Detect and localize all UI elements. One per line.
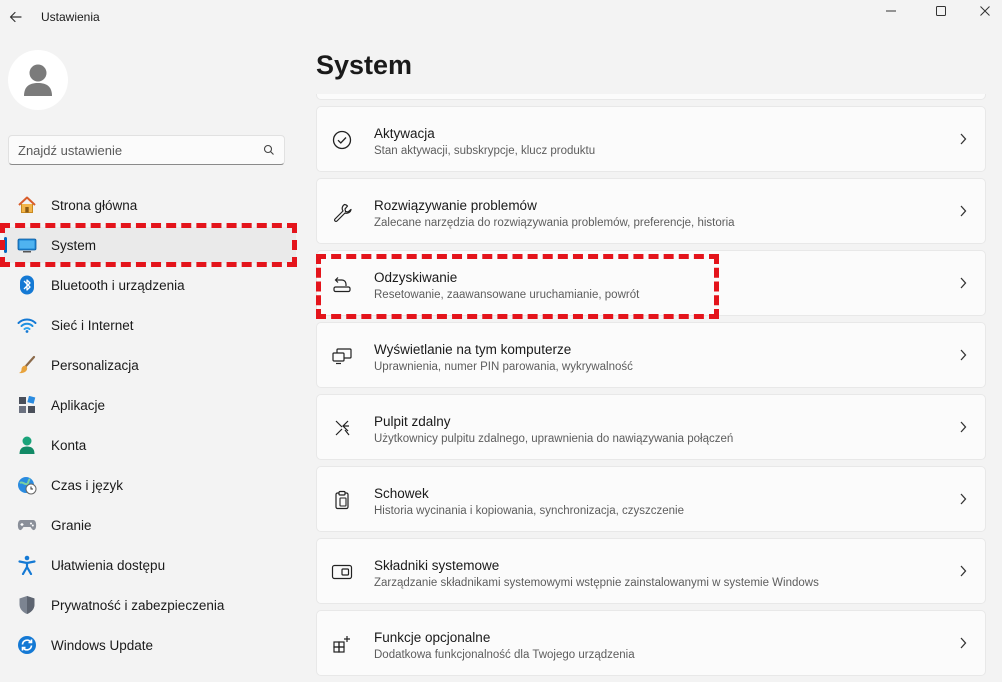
card-subtitle: Dodatkowa funkcjonalność dla Twojego urz… bbox=[374, 649, 635, 661]
card-subtitle: Zalecane narzędzia do rozwiązywania prob… bbox=[374, 217, 735, 229]
chevron-right-icon bbox=[960, 565, 967, 577]
person-icon bbox=[16, 435, 38, 455]
page-title: System bbox=[316, 50, 413, 80]
recovery-icon bbox=[331, 273, 353, 295]
chevron-right-icon bbox=[960, 421, 967, 433]
user-icon bbox=[24, 64, 52, 96]
sidebar-item-bluetooth[interactable]: Bluetooth i urządzenia bbox=[4, 267, 296, 303]
bluetooth-icon bbox=[16, 275, 38, 295]
maximize-icon bbox=[936, 6, 946, 16]
wifi-icon bbox=[16, 315, 38, 335]
clipboard-icon bbox=[331, 489, 353, 511]
sidebar-item-label: Personalizacja bbox=[51, 358, 139, 373]
card-system-components[interactable]: Składniki systemowe Zarządzanie składnik… bbox=[316, 538, 986, 604]
chevron-right-icon bbox=[960, 133, 967, 145]
card-troubleshoot[interactable]: Rozwiązywanie problemów Zalecane narzędz… bbox=[316, 178, 986, 244]
sidebar-item-label: Strona główna bbox=[51, 198, 138, 213]
check-circle-icon bbox=[331, 129, 353, 151]
card-activation[interactable]: Aktywacja Stan aktywacji, subskrypcje, k… bbox=[316, 106, 986, 172]
close-icon bbox=[980, 6, 990, 16]
gamepad-icon bbox=[16, 515, 38, 535]
search-input[interactable] bbox=[18, 142, 258, 158]
sidebar-item-home[interactable]: Strona główna bbox=[4, 187, 296, 223]
sidebar-item-label: Aplikacje bbox=[51, 398, 106, 413]
globe-clock-icon bbox=[16, 475, 38, 495]
arrow-left-icon bbox=[9, 11, 22, 23]
card-clipboard[interactable]: Schowek Historia wycinania i kopiowania,… bbox=[316, 466, 986, 532]
remote-desktop-icon bbox=[331, 417, 353, 439]
sidebar-item-accounts[interactable]: Konta bbox=[4, 427, 296, 463]
minimize-icon bbox=[886, 10, 896, 12]
card-remote-desktop[interactable]: Pulpit zdalny Użytkownicy pulpitu zdalne… bbox=[316, 394, 986, 460]
card-title: Odzyskiwanie bbox=[374, 270, 458, 285]
card-title: Funkcje opcjonalne bbox=[374, 630, 491, 645]
chevron-right-icon bbox=[960, 637, 967, 649]
sidebar-item-label: Windows Update bbox=[51, 638, 154, 653]
chevron-right-icon bbox=[960, 493, 967, 505]
card-optional-features[interactable]: Funkcje opcjonalne Dodatkowa funkcjonaln… bbox=[316, 610, 986, 676]
sidebar-item-network[interactable]: Sieć i Internet bbox=[4, 307, 296, 343]
card-projecting[interactable]: Wyświetlanie na tym komputerze Uprawnien… bbox=[316, 322, 986, 388]
optional-features-icon bbox=[331, 633, 353, 655]
card-subtitle: Stan aktywacji, subskrypcje, klucz produ… bbox=[374, 145, 596, 157]
monitor-icon bbox=[16, 235, 38, 255]
update-icon bbox=[16, 635, 38, 655]
avatar[interactable] bbox=[8, 50, 68, 110]
card-title: Składniki systemowe bbox=[374, 558, 500, 573]
sidebar-item-label: Ułatwienia dostępu bbox=[51, 558, 166, 573]
sidebar-item-apps[interactable]: Aplikacje bbox=[4, 387, 296, 423]
settings-list: Aktywacja Stan aktywacji, subskrypcje, k… bbox=[316, 106, 986, 682]
home-icon bbox=[16, 195, 38, 215]
apps-icon bbox=[16, 395, 38, 415]
search-icon[interactable] bbox=[263, 144, 275, 156]
sidebar-item-label: Czas i język bbox=[51, 478, 124, 493]
sidebar-item-label: System bbox=[51, 238, 97, 253]
project-screen-icon bbox=[331, 345, 353, 367]
card-title: Schowek bbox=[374, 486, 429, 501]
sidebar-item-label: Konta bbox=[51, 438, 87, 453]
accessibility-icon bbox=[16, 555, 38, 575]
app-title: Ustawienia bbox=[41, 10, 100, 24]
card-subtitle: Zarządzanie składnikami systemowymi wstę… bbox=[374, 577, 819, 589]
title-bar: Ustawienia bbox=[0, 0, 1002, 34]
sidebar-item-label: Bluetooth i urządzenia bbox=[51, 278, 185, 293]
sidebar-item-label: Sieć i Internet bbox=[51, 318, 134, 333]
shield-icon bbox=[16, 595, 38, 615]
card-title: Aktywacja bbox=[374, 126, 435, 141]
card-subtitle: Użytkownicy pulpitu zdalnego, uprawnieni… bbox=[374, 433, 734, 445]
card-subtitle: Historia wycinania i kopiowania, synchro… bbox=[374, 505, 684, 517]
back-button[interactable] bbox=[6, 6, 26, 28]
paintbrush-icon bbox=[16, 355, 38, 375]
card-title: Pulpit zdalny bbox=[374, 414, 451, 429]
close-button[interactable] bbox=[962, 0, 1002, 22]
card-recovery[interactable]: Odzyskiwanie Resetowanie, zaawansowane u… bbox=[316, 250, 986, 316]
sidebar-item-label: Prywatność i zabezpieczenia bbox=[51, 598, 225, 613]
sidebar-item-personalization[interactable]: Personalizacja bbox=[4, 347, 296, 383]
system-components-icon bbox=[331, 561, 353, 583]
sidebar-nav: Strona główna System Bluetooth i urządze… bbox=[4, 187, 296, 667]
card-subtitle: Uprawnienia, numer PIN parowania, wykryw… bbox=[374, 361, 633, 373]
sidebar-item-accessibility[interactable]: Ułatwienia dostępu bbox=[4, 547, 296, 583]
search-box[interactable] bbox=[8, 135, 285, 165]
sidebar-item-gaming[interactable]: Granie bbox=[4, 507, 296, 543]
wrench-icon bbox=[331, 201, 353, 223]
maximize-button[interactable] bbox=[918, 0, 964, 22]
chevron-right-icon bbox=[960, 349, 967, 361]
sidebar-item-time-language[interactable]: Czas i język bbox=[4, 467, 296, 503]
card-subtitle: Resetowanie, zaawansowane uruchamianie, … bbox=[374, 289, 640, 301]
sidebar-item-windows-update[interactable]: Windows Update bbox=[4, 627, 296, 663]
sidebar-item-label: Granie bbox=[51, 518, 92, 533]
card-title: Rozwiązywanie problemów bbox=[374, 198, 537, 213]
previous-card-edge bbox=[316, 94, 986, 100]
chevron-right-icon bbox=[960, 277, 967, 289]
chevron-right-icon bbox=[960, 205, 967, 217]
sidebar-item-privacy[interactable]: Prywatność i zabezpieczenia bbox=[4, 587, 296, 623]
minimize-button[interactable] bbox=[868, 0, 914, 22]
card-title: Wyświetlanie na tym komputerze bbox=[374, 342, 572, 357]
sidebar-item-system[interactable]: System bbox=[4, 227, 296, 263]
